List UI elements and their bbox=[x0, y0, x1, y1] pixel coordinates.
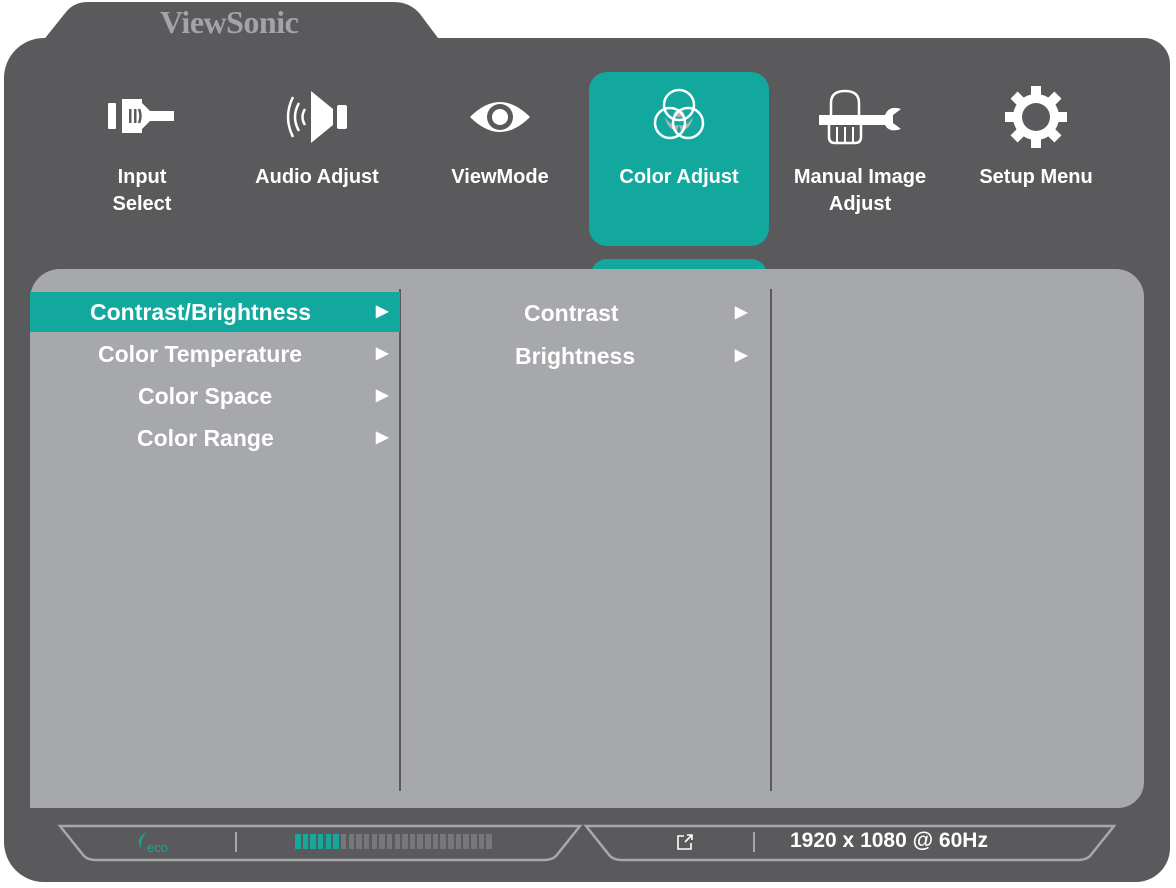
menu-item-color-temperature[interactable]: Color Temperature ▶ bbox=[30, 334, 400, 374]
eco-level-segment bbox=[371, 834, 378, 849]
submenu-item-contrast[interactable]: Contrast ▶ bbox=[402, 293, 770, 333]
menu-item-label: Color Space bbox=[138, 383, 273, 409]
submenu-item-brightness[interactable]: Brightness ▶ bbox=[402, 336, 770, 376]
eco-level-segment bbox=[448, 834, 454, 849]
input-icon bbox=[52, 86, 232, 148]
nav-label: Audio Adjust bbox=[255, 166, 379, 188]
eco-level-segment bbox=[295, 834, 301, 849]
resolution-readout: 1920 x 1080 @ 60Hz bbox=[790, 829, 988, 852]
menu-panel: Contrast/Brightness ▶ Color Temperature … bbox=[30, 269, 1144, 808]
eco-level-segment bbox=[455, 834, 462, 849]
nav-setup-menu[interactable]: Setup Menu bbox=[946, 72, 1126, 246]
chevron-right-icon: ▶ bbox=[376, 345, 389, 362]
nav-label: Manual Image bbox=[793, 166, 927, 188]
eco-level-segment bbox=[417, 834, 423, 849]
hand-wrench-icon bbox=[770, 86, 950, 148]
eco-level-segment bbox=[310, 834, 316, 849]
chevron-right-icon: ▶ bbox=[376, 303, 389, 320]
eco-level-segment bbox=[440, 834, 446, 849]
eco-level-segment bbox=[348, 834, 355, 849]
eco-level-segment bbox=[363, 834, 370, 849]
eco-level-segment bbox=[325, 834, 332, 849]
nav-label: Input bbox=[117, 166, 167, 188]
eco-level-segment bbox=[317, 834, 324, 849]
brand-logo: ViewSonic bbox=[160, 4, 299, 40]
nav-label: Color Adjust bbox=[619, 166, 739, 188]
status-bar bbox=[57, 824, 1117, 862]
eye-icon bbox=[410, 86, 590, 148]
nav-label: Adjust bbox=[828, 193, 892, 215]
menu-item-label: Color Range bbox=[137, 425, 274, 451]
chevron-right-icon: ▶ bbox=[376, 429, 389, 446]
speaker-icon bbox=[227, 86, 407, 148]
eco-level-segment bbox=[356, 834, 362, 849]
chevron-right-icon: ▶ bbox=[376, 387, 389, 404]
menu-item-label: Contrast/Brightness bbox=[90, 299, 312, 325]
menu-item-label: Color Temperature bbox=[98, 341, 303, 367]
column-divider bbox=[770, 289, 772, 791]
menu-item-color-space[interactable]: Color Space ▶ bbox=[30, 376, 400, 416]
eco-level-segment bbox=[402, 834, 408, 849]
eco-level-segment bbox=[302, 834, 309, 849]
eco-level-segment bbox=[471, 834, 477, 849]
nav-audio-adjust[interactable]: Audio Adjust bbox=[227, 72, 407, 246]
menu-item-contrast-brightness[interactable]: Contrast/Brightness ▶ bbox=[30, 292, 400, 332]
nav-input-select[interactable]: Input Select bbox=[52, 72, 232, 246]
eco-level-segment bbox=[432, 834, 439, 849]
eco-level-segment bbox=[478, 834, 485, 849]
eco-level-segment bbox=[394, 834, 400, 849]
eco-level-segment bbox=[333, 834, 339, 849]
external-link-icon bbox=[676, 833, 694, 856]
eco-label: eco bbox=[147, 840, 168, 855]
nav-manual-image-adjust[interactable]: Manual Image Adjust bbox=[770, 72, 950, 246]
chevron-right-icon: ▶ bbox=[735, 304, 748, 321]
eco-level-segment bbox=[409, 834, 416, 849]
color-circles-icon bbox=[589, 86, 769, 148]
nav-label: Setup Menu bbox=[979, 166, 1093, 188]
eco-level-segment bbox=[386, 834, 393, 849]
eco-level-segment bbox=[425, 834, 431, 849]
gear-icon bbox=[946, 86, 1126, 148]
nav-label: Select bbox=[112, 193, 172, 215]
eco-level-segment bbox=[486, 834, 492, 849]
nav-color-adjust[interactable]: Color Adjust bbox=[589, 72, 769, 246]
menu-item-label: Contrast bbox=[524, 300, 619, 326]
nav-label: ViewMode bbox=[451, 166, 549, 188]
eco-level-segment bbox=[340, 834, 347, 849]
nav-viewmode[interactable]: ViewMode bbox=[410, 72, 590, 246]
eco-level-segment bbox=[379, 834, 385, 849]
chevron-right-icon: ▶ bbox=[735, 347, 748, 364]
menu-item-label: Brightness bbox=[515, 343, 636, 369]
eco-level-segment bbox=[463, 834, 469, 849]
menu-item-color-range[interactable]: Color Range ▶ bbox=[30, 418, 400, 458]
